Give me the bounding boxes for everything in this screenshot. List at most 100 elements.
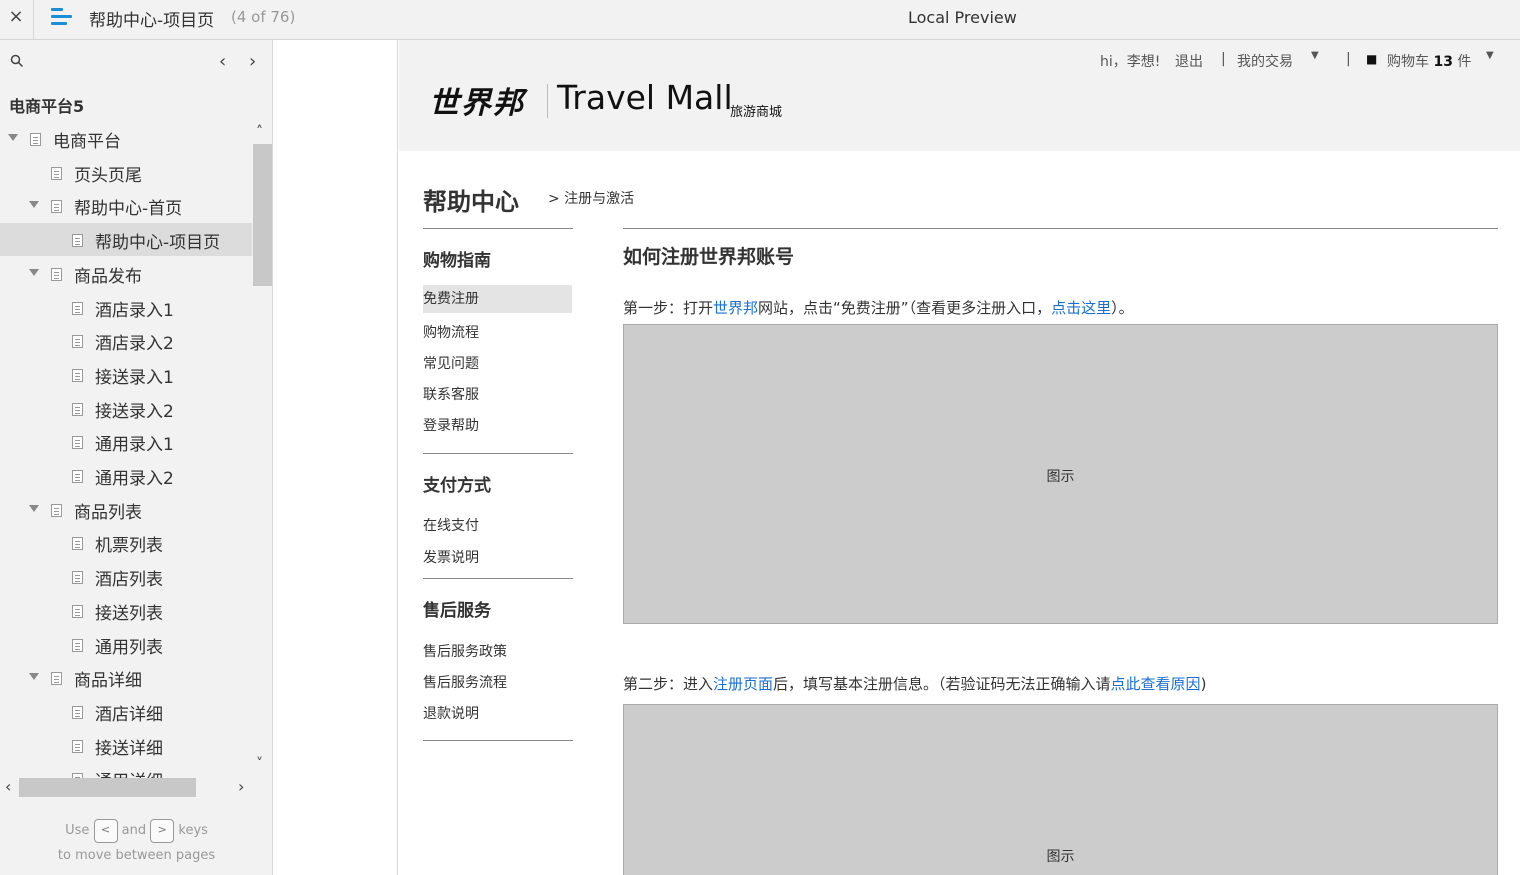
tree-item[interactable]: 通用录入2 xyxy=(0,459,252,492)
site-link[interactable]: 世界邦 xyxy=(713,299,758,317)
menu-item-login-help[interactable]: 登录帮助 xyxy=(423,415,479,435)
tree-item[interactable]: 帮助中心-首页 xyxy=(0,189,252,222)
scroll-left-icon[interactable]: ‹ xyxy=(5,777,11,796)
menu-item-register[interactable]: 免费注册 xyxy=(423,285,572,313)
logo-chinese[interactable]: 世界邦 xyxy=(429,78,525,122)
page-icon xyxy=(72,436,83,450)
tree-item-label: 接送详细 xyxy=(95,738,163,759)
logo-subtitle: 旅游商城 xyxy=(730,105,783,120)
tree-item-label: 酒店列表 xyxy=(95,570,163,591)
menu-item-shopping-flow[interactable]: 购物流程 xyxy=(423,322,479,342)
tree-item[interactable]: 页头页尾 xyxy=(0,156,252,189)
tree-item-label: 商品列表 xyxy=(74,502,142,523)
divider xyxy=(423,740,573,741)
logout-link[interactable]: 退出 xyxy=(1175,51,1203,71)
menu-item-online-pay[interactable]: 在线支付 xyxy=(423,515,479,535)
tree-item[interactable]: 酒店录入1 xyxy=(0,291,252,324)
tree-item-label: 商品详细 xyxy=(74,671,142,692)
tree-item-label: 通用列表 xyxy=(95,637,163,658)
cart-count: 13 xyxy=(1433,54,1453,70)
page-count: (4 of 76) xyxy=(231,8,296,26)
section-title-after-sales: 售后服务 xyxy=(423,601,491,621)
expand-arrow-icon[interactable] xyxy=(29,504,39,512)
page-margin xyxy=(274,40,398,875)
tree-item-label: 机票列表 xyxy=(95,536,163,557)
close-icon[interactable]: × xyxy=(6,6,26,28)
more-entries-link[interactable]: 点击这里 xyxy=(1051,299,1111,317)
tree-item[interactable]: 通用列表 xyxy=(0,628,252,661)
tree-item[interactable]: 酒店详细 xyxy=(0,695,252,728)
cart-label: 购物车 xyxy=(1387,54,1429,70)
my-trade-menu[interactable]: 我的交易 xyxy=(1237,51,1293,71)
tree-item-label: 通用录入2 xyxy=(95,469,174,489)
page-icon xyxy=(30,133,41,146)
divider xyxy=(423,228,573,229)
tree-item[interactable]: 接送录入2 xyxy=(0,392,252,425)
tree-item[interactable]: 通用详细 xyxy=(0,762,252,778)
tree-item[interactable]: 接送录入1 xyxy=(0,358,252,391)
tree-item[interactable]: 商品列表 xyxy=(0,493,252,526)
menu-item-faq[interactable]: 常见问题 xyxy=(423,353,479,373)
menu-item-refund[interactable]: 退款说明 xyxy=(423,703,479,723)
divider xyxy=(423,578,573,579)
tree-item[interactable]: 商品发布 xyxy=(0,257,252,290)
tree-item[interactable]: 电商平台 xyxy=(0,122,252,155)
tree-item[interactable]: 酒店录入2 xyxy=(0,324,252,357)
menu-item-after-sales-flow[interactable]: 售后服务流程 xyxy=(423,672,507,692)
keyboard-hint: Use < and > keys to move between pages xyxy=(0,818,273,868)
menu-item-contact[interactable]: 联系客服 xyxy=(423,384,479,404)
menu-item-invoice[interactable]: 发票说明 xyxy=(423,547,479,567)
next-page-button[interactable]: › xyxy=(249,51,256,72)
page-icon xyxy=(72,739,83,753)
page-icon xyxy=(72,705,83,719)
tree-item-label: 酒店详细 xyxy=(95,704,163,725)
register-page-link[interactable]: 注册页面 xyxy=(713,675,773,693)
tree-item-label: 酒店录入1 xyxy=(95,300,174,321)
expand-arrow-icon[interactable] xyxy=(29,268,39,276)
scroll-down-icon[interactable]: ˅ xyxy=(256,756,263,772)
scroll-right-icon[interactable]: › xyxy=(238,777,244,796)
cart-link[interactable]: 购物车 13 件 xyxy=(1387,51,1471,71)
article-title: 如何注册世界邦账号 xyxy=(623,246,795,268)
prev-page-button[interactable]: ‹ xyxy=(219,51,226,72)
captcha-reason-link[interactable]: 点此查看原因 xyxy=(1111,675,1201,693)
vertical-scrollbar-thumb[interactable] xyxy=(253,144,272,286)
tree-item-label: 电商平台 xyxy=(53,132,121,152)
page-icon xyxy=(72,604,83,618)
scroll-up-icon[interactable]: ˄ xyxy=(256,124,263,140)
page-icon xyxy=(72,638,83,652)
expand-arrow-icon[interactable] xyxy=(29,673,39,681)
hint-use: Use xyxy=(65,823,90,838)
tree-item[interactable]: 商品详细 xyxy=(0,661,252,694)
chevron-down-icon[interactable]: ▼ xyxy=(1486,50,1494,61)
menu-item-after-sales-policy[interactable]: 售后服务政策 xyxy=(423,641,507,661)
expand-arrow-icon[interactable] xyxy=(29,201,39,209)
page-icon xyxy=(51,503,62,517)
hint-line2: to move between pages xyxy=(57,848,216,863)
tree-item[interactable]: 接送详细 xyxy=(0,729,252,762)
section-title-payment: 支付方式 xyxy=(423,476,491,496)
expand-arrow-icon[interactable] xyxy=(8,134,18,141)
tree-item[interactable]: 酒店列表 xyxy=(0,560,252,593)
page-icon xyxy=(72,402,83,416)
breadcrumb: > 注册与激活 xyxy=(548,191,635,207)
tree-item[interactable]: 帮助中心-项目页 xyxy=(0,223,252,257)
page-icon xyxy=(72,234,83,248)
menu-icon[interactable] xyxy=(51,8,72,26)
tree-item[interactable]: 通用录入1 xyxy=(0,425,252,458)
page-icon xyxy=(72,571,83,585)
logo-english[interactable]: Travel Mall xyxy=(557,78,733,117)
page-title: 帮助中心-项目页 xyxy=(89,11,215,31)
chevron-down-icon[interactable]: ▼ xyxy=(1311,50,1319,61)
step-two-text: 第二步：进入注册页面后，填写基本注册信息。（若验证码无法正确输入请点此查看原因) xyxy=(623,675,1207,693)
section-title-shopping: 购物指南 xyxy=(423,251,491,271)
tree-item[interactable]: 接送列表 xyxy=(0,594,252,627)
right-key-icon: > xyxy=(150,818,175,843)
page-tree: 电商平台 页头页尾 帮助中心-首页 帮助中心-项目页 商品发布 酒店录入1 酒店录入2 接送录… xyxy=(0,122,252,778)
tree-item-label: 页头页尾 xyxy=(74,165,142,186)
figure-placeholder: 图示 xyxy=(623,324,1498,624)
search-icon[interactable] xyxy=(10,54,24,68)
top-bar: × 帮助中心-项目页 (4 of 76) Local Preview xyxy=(0,0,1520,40)
tree-item[interactable]: 机票列表 xyxy=(0,526,252,559)
horizontal-scrollbar-thumb[interactable] xyxy=(19,778,196,797)
